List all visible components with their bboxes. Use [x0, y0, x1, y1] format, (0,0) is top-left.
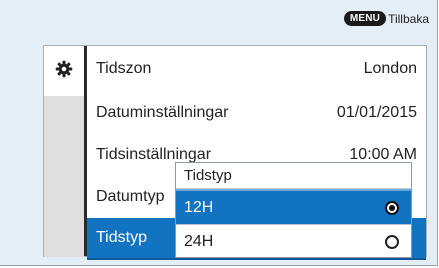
row-label: Datumtyp: [96, 188, 165, 205]
popup-title: Tidstyp: [176, 163, 411, 189]
settings-tab[interactable]: [44, 46, 84, 96]
time-type-popup: Tidstyp 12H 24H: [175, 162, 412, 258]
row-label: Tidszon: [96, 60, 152, 77]
radio-checked-icon[interactable]: [385, 200, 399, 215]
menu-row-date-settings[interactable]: Datuminställningar 01/01/2015: [87, 92, 426, 134]
row-value: London: [363, 60, 417, 77]
menu-row-timezone[interactable]: Tidszon London: [87, 46, 426, 92]
radio-unchecked-icon[interactable]: [385, 235, 399, 249]
back-label: Tillbaka: [388, 11, 429, 26]
row-label: Datuminställningar: [96, 104, 229, 121]
option-12h[interactable]: 12H: [176, 189, 411, 224]
option-24h[interactable]: 24H: [176, 224, 411, 259]
gear-icon: [55, 60, 73, 83]
device-screen: MENU Tillbaka Tidszon London Datuminstäl…: [0, 0, 438, 266]
sidebar-strip: [44, 96, 84, 257]
back-hint[interactable]: MENU Tillbaka: [343, 11, 429, 26]
row-value: 01/01/2015: [336, 104, 417, 121]
option-label: 24H: [184, 233, 214, 250]
row-label: Tidstyp: [96, 229, 147, 246]
menu-key-badge: MENU: [343, 11, 387, 26]
option-label: 12H: [184, 198, 214, 216]
